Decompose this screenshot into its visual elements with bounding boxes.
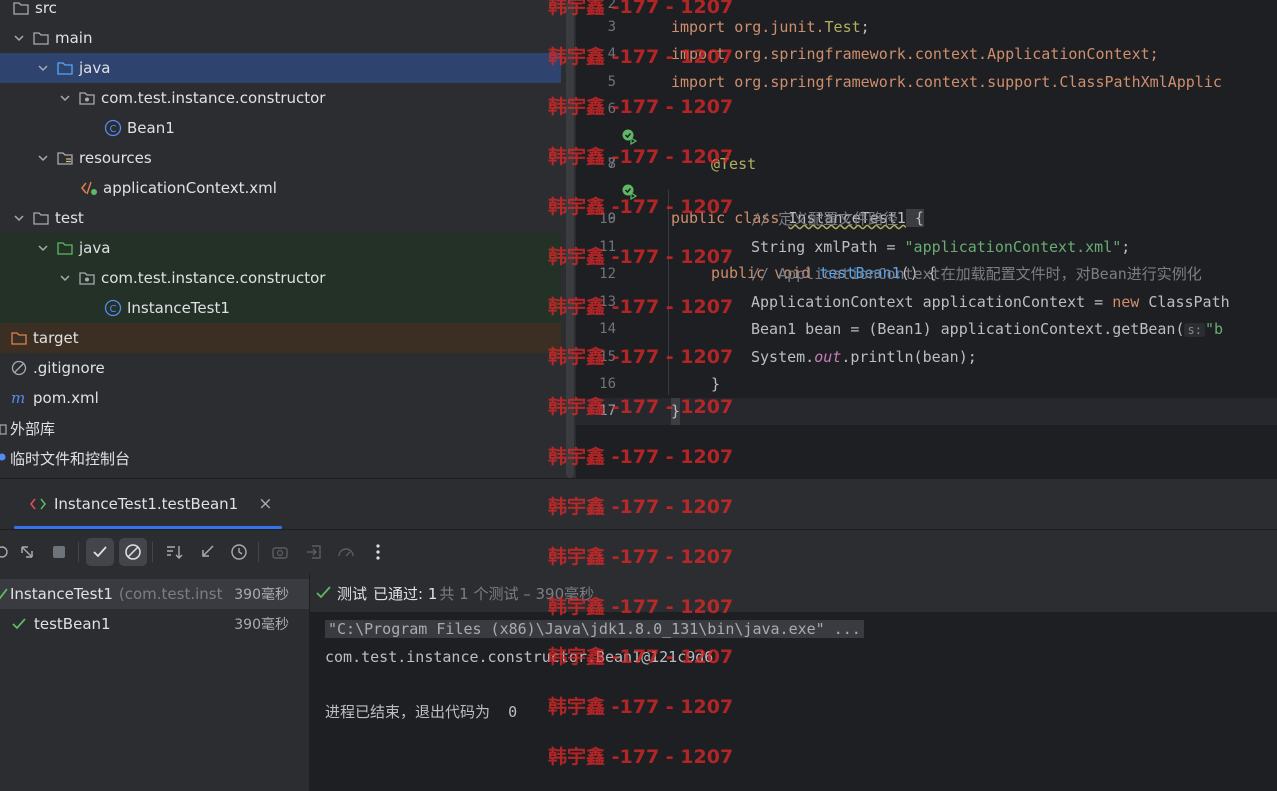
tree-item-applicationcontext-xml[interactable]: applicationContext.xml: [0, 173, 561, 203]
import-tests-icon[interactable]: [300, 538, 328, 566]
svg-text:C: C: [110, 124, 117, 135]
passed-check-icon: [12, 618, 26, 630]
coverage-icon[interactable]: [332, 538, 360, 566]
indent-guide: [668, 190, 669, 395]
test-row-testbean1[interactable]: testBean1 390毫秒: [0, 609, 309, 639]
code-line: 8 @Test: [607, 155, 757, 173]
test-folder-icon: [56, 239, 74, 257]
sort-icon[interactable]: [160, 538, 188, 566]
stop-icon[interactable]: [45, 538, 73, 566]
tree-item-main-java[interactable]: java: [0, 53, 561, 83]
folder-icon: [32, 29, 50, 47]
show-ignored-toggle[interactable]: [119, 538, 147, 566]
test-results-tree: InstanceTest1 (com.test.inst 390毫秒 testB…: [0, 574, 310, 791]
history-icon[interactable]: [225, 538, 253, 566]
camera-icon[interactable]: [266, 538, 294, 566]
code-line: 14 Bean1 bean = (Bean1) applicationContex…: [599, 320, 1223, 338]
tree-item-pom-xml[interactable]: m pom.xml: [0, 383, 561, 413]
parameter-hint: s:: [1184, 323, 1205, 337]
rerun-failed-icon[interactable]: [13, 538, 41, 566]
maven-icon: m: [10, 389, 28, 407]
chevron-down-icon[interactable]: [36, 61, 50, 75]
tree-item-resources[interactable]: resources: [0, 143, 561, 173]
class-icon: C: [104, 119, 122, 137]
more-options-icon[interactable]: [364, 538, 392, 566]
tree-item-bean1[interactable]: C Bean1: [0, 113, 561, 143]
code-line: 9 public void testBean1() {: [576, 179, 1277, 282]
tree-item-main-package[interactable]: com.test.instance.constructor: [0, 83, 561, 113]
code-line: 11 String xmlPath = "applicationContext.x…: [599, 238, 1131, 256]
run-test-gutter-icon[interactable]: [622, 184, 638, 200]
test-config-icon: [30, 498, 46, 510]
source-folder-icon: [56, 59, 74, 77]
run-tool-window-header: InstanceTest1.testBean1 ×: [0, 478, 1277, 529]
toolbar-separator: [258, 542, 259, 562]
chevron-down-icon[interactable]: [36, 241, 50, 255]
tree-item-gitignore[interactable]: .gitignore: [0, 353, 561, 383]
excluded-folder-icon: [10, 329, 28, 347]
console-line: 进程已结束，退出代码为 0: [325, 703, 518, 721]
class-icon: C: [104, 299, 122, 317]
code-line: 6: [607, 101, 616, 117]
code-line: 16}: [599, 375, 721, 393]
code-line: 12// ApplicationContext在加载配置文件时，对Bean进行实…: [599, 265, 1202, 283]
tree-item-test[interactable]: test: [0, 203, 561, 233]
test-row-instancetest1[interactable]: InstanceTest1 (com.test.inst 390毫秒: [0, 579, 309, 609]
folder-icon: [32, 209, 50, 227]
tree-item-main[interactable]: main: [0, 23, 561, 53]
resources-folder-icon: [56, 149, 74, 167]
tree-item-test-java[interactable]: java: [0, 233, 561, 263]
run-test-gutter-icon[interactable]: [622, 129, 638, 145]
run-tab[interactable]: InstanceTest1.testBean1 ×: [28, 479, 272, 529]
code-line: 5 import org.springframework.context.supp…: [607, 73, 1222, 91]
run-toolbar: [0, 529, 1277, 574]
ignore-file-icon: [10, 359, 28, 377]
test-status-bar: 测试 已通过: 1 共 1 个测试 – 390毫秒: [310, 574, 1277, 612]
folder-icon: [12, 0, 30, 17]
chevron-down-icon[interactable]: [58, 271, 72, 285]
code-line: 4 import org.springframework.context.Appl…: [607, 45, 1159, 63]
svg-text:m: m: [11, 390, 25, 406]
console-line: com.test.instance.constructor.Bean1@121c…: [325, 648, 714, 666]
code-line-current: 17}: [576, 398, 1277, 425]
collapse-all-icon[interactable]: [193, 538, 221, 566]
toolbar-separator: [152, 542, 153, 562]
console-line: "C:\Program Files (x86)\Java\jdk1.8.0_13…: [325, 616, 864, 642]
passed-check-icon: [316, 586, 331, 599]
code-line: 3 import org.junit.Test;: [607, 18, 870, 36]
passed-check-icon: [0, 588, 8, 600]
console-output[interactable]: 测试 已通过: 1 共 1 个测试 – 390毫秒 "C:\Program Fi…: [310, 574, 1277, 791]
tree-item-src[interactable]: src: [0, 0, 561, 23]
close-tab-icon[interactable]: ×: [258, 494, 272, 514]
chevron-down-icon[interactable]: [36, 151, 50, 165]
chevron-down-icon[interactable]: [12, 31, 26, 45]
svg-text:C: C: [110, 304, 117, 315]
tree-item-external-libraries[interactable]: 外部库: [0, 413, 561, 443]
tree-item-target[interactable]: target: [0, 323, 561, 353]
project-tree: src main java com.test.instance.construc…: [0, 0, 561, 478]
chevron-down-icon[interactable]: [58, 91, 72, 105]
tree-item-test-package[interactable]: com.test.instance.constructor: [0, 263, 561, 293]
code-line: 13 ApplicationContext applicationContext …: [599, 293, 1230, 311]
code-line: 15 System.out.println(bean);: [599, 348, 977, 366]
project-tree-scrollbar[interactable]: [566, 0, 574, 478]
tree-item-scratches[interactable]: 临时文件和控制台: [0, 443, 561, 473]
package-icon: [78, 89, 96, 107]
code-line: 7 public class InstanceTest1 {: [576, 124, 1277, 227]
chevron-down-icon[interactable]: [12, 211, 26, 225]
library-icon: [0, 419, 8, 437]
package-icon: [78, 269, 96, 287]
tree-item-instancetest1[interactable]: C InstanceTest1: [0, 293, 561, 323]
scratch-icon: [0, 449, 8, 467]
code-editor[interactable]: 2 3 import org.junit.Test; 4 import org.sp…: [576, 0, 1277, 478]
xml-file-icon: [80, 179, 98, 197]
code-line: 10// 定义配置文件路径: [599, 210, 899, 228]
toolbar-separator: [78, 542, 79, 562]
show-passed-toggle[interactable]: [86, 538, 114, 566]
